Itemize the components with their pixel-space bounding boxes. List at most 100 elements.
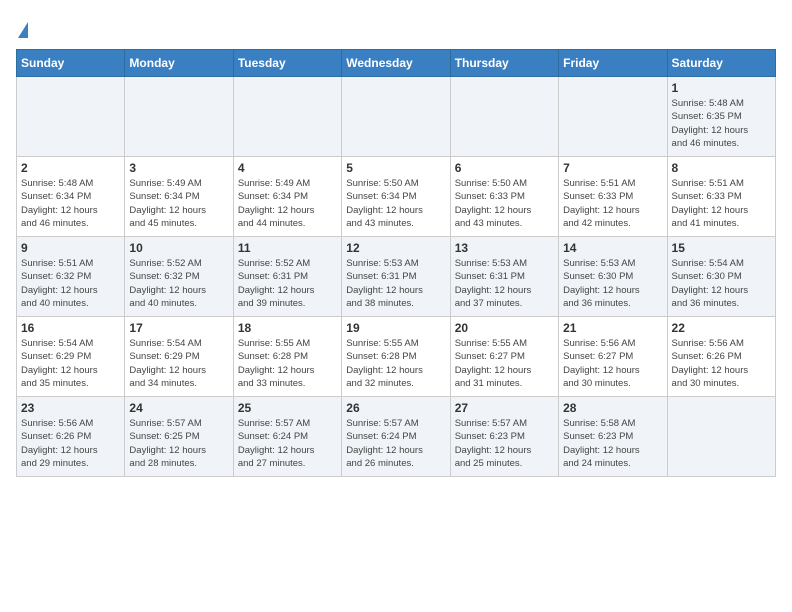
calendar-cell: 5 Sunrise: 5:50 AM Sunset: 6:34 PM Daylig…	[342, 157, 450, 237]
day-number: 8	[672, 161, 771, 175]
day-number: 25	[238, 401, 337, 415]
day-number: 21	[563, 321, 662, 335]
calendar-cell: 3 Sunrise: 5:49 AM Sunset: 6:34 PM Daylig…	[125, 157, 233, 237]
calendar-cell: 25 Sunrise: 5:57 AM Sunset: 6:24 PM Dayli…	[233, 397, 341, 477]
day-number: 5	[346, 161, 445, 175]
day-number: 10	[129, 241, 228, 255]
weekday-header-thursday: Thursday	[450, 50, 558, 77]
day-number: 14	[563, 241, 662, 255]
day-info: Sunrise: 5:57 AM Sunset: 6:25 PM Dayligh…	[129, 417, 228, 470]
calendar-cell: 14 Sunrise: 5:53 AM Sunset: 6:30 PM Dayli…	[559, 237, 667, 317]
calendar-cell: 15 Sunrise: 5:54 AM Sunset: 6:30 PM Dayli…	[667, 237, 775, 317]
day-info: Sunrise: 5:52 AM Sunset: 6:31 PM Dayligh…	[238, 257, 337, 310]
page-header	[16, 16, 776, 39]
day-info: Sunrise: 5:55 AM Sunset: 6:27 PM Dayligh…	[455, 337, 554, 390]
day-info: Sunrise: 5:58 AM Sunset: 6:23 PM Dayligh…	[563, 417, 662, 470]
logo	[16, 16, 28, 39]
calendar-cell: 11Sunrise: 5:52 AM Sunset: 6:31 PM Dayli…	[233, 237, 341, 317]
day-number: 28	[563, 401, 662, 415]
day-info: Sunrise: 5:57 AM Sunset: 6:24 PM Dayligh…	[238, 417, 337, 470]
day-number: 24	[129, 401, 228, 415]
day-number: 15	[672, 241, 771, 255]
calendar-cell: 19 Sunrise: 5:55 AM Sunset: 6:28 PM Dayli…	[342, 317, 450, 397]
calendar-header: SundayMondayTuesdayWednesdayThursdayFrid…	[17, 50, 776, 77]
day-info: Sunrise: 5:52 AM Sunset: 6:32 PM Dayligh…	[129, 257, 228, 310]
calendar-cell	[125, 77, 233, 157]
day-number: 3	[129, 161, 228, 175]
day-number: 16	[21, 321, 120, 335]
day-number: 18	[238, 321, 337, 335]
calendar-cell	[233, 77, 341, 157]
calendar-week-2: 2 Sunrise: 5:48 AM Sunset: 6:34 PM Daylig…	[17, 157, 776, 237]
calendar-cell: 10 Sunrise: 5:52 AM Sunset: 6:32 PM Dayli…	[125, 237, 233, 317]
calendar-cell: 8 Sunrise: 5:51 AM Sunset: 6:33 PM Daylig…	[667, 157, 775, 237]
day-info: Sunrise: 5:57 AM Sunset: 6:24 PM Dayligh…	[346, 417, 445, 470]
calendar-cell: 12 Sunrise: 5:53 AM Sunset: 6:31 PM Dayli…	[342, 237, 450, 317]
day-number: 4	[238, 161, 337, 175]
calendar-cell	[450, 77, 558, 157]
calendar-cell: 18 Sunrise: 5:55 AM Sunset: 6:28 PM Dayli…	[233, 317, 341, 397]
day-number: 23	[21, 401, 120, 415]
calendar-cell: 22 Sunrise: 5:56 AM Sunset: 6:26 PM Dayli…	[667, 317, 775, 397]
day-info: Sunrise: 5:51 AM Sunset: 6:33 PM Dayligh…	[672, 177, 771, 230]
day-info: Sunrise: 5:53 AM Sunset: 6:31 PM Dayligh…	[346, 257, 445, 310]
calendar-cell	[667, 397, 775, 477]
calendar-cell: 26 Sunrise: 5:57 AM Sunset: 6:24 PM Dayli…	[342, 397, 450, 477]
day-number: 19	[346, 321, 445, 335]
day-number: 20	[455, 321, 554, 335]
calendar-cell	[559, 77, 667, 157]
calendar-week-5: 23 Sunrise: 5:56 AM Sunset: 6:26 PM Dayli…	[17, 397, 776, 477]
day-info: Sunrise: 5:54 AM Sunset: 6:29 PM Dayligh…	[21, 337, 120, 390]
weekday-header-saturday: Saturday	[667, 50, 775, 77]
day-info: Sunrise: 5:53 AM Sunset: 6:30 PM Dayligh…	[563, 257, 662, 310]
weekday-header-friday: Friday	[559, 50, 667, 77]
day-info: Sunrise: 5:56 AM Sunset: 6:26 PM Dayligh…	[672, 337, 771, 390]
day-number: 1	[672, 81, 771, 95]
day-number: 12	[346, 241, 445, 255]
day-info: Sunrise: 5:55 AM Sunset: 6:28 PM Dayligh…	[346, 337, 445, 390]
weekday-header-monday: Monday	[125, 50, 233, 77]
calendar-cell	[17, 77, 125, 157]
day-number: 6	[455, 161, 554, 175]
day-info: Sunrise: 5:50 AM Sunset: 6:33 PM Dayligh…	[455, 177, 554, 230]
weekday-header-row: SundayMondayTuesdayWednesdayThursdayFrid…	[17, 50, 776, 77]
day-number: 22	[672, 321, 771, 335]
day-number: 7	[563, 161, 662, 175]
day-number: 2	[21, 161, 120, 175]
weekday-header-wednesday: Wednesday	[342, 50, 450, 77]
day-number: 26	[346, 401, 445, 415]
weekday-header-sunday: Sunday	[17, 50, 125, 77]
day-info: Sunrise: 5:50 AM Sunset: 6:34 PM Dayligh…	[346, 177, 445, 230]
day-info: Sunrise: 5:54 AM Sunset: 6:30 PM Dayligh…	[672, 257, 771, 310]
calendar-cell: 4 Sunrise: 5:49 AM Sunset: 6:34 PM Daylig…	[233, 157, 341, 237]
day-number: 27	[455, 401, 554, 415]
calendar-cell: 6 Sunrise: 5:50 AM Sunset: 6:33 PM Daylig…	[450, 157, 558, 237]
calendar-cell: 1 Sunrise: 5:48 AM Sunset: 6:35 PM Daylig…	[667, 77, 775, 157]
day-info: Sunrise: 5:56 AM Sunset: 6:27 PM Dayligh…	[563, 337, 662, 390]
calendar-cell	[342, 77, 450, 157]
day-info: Sunrise: 5:55 AM Sunset: 6:28 PM Dayligh…	[238, 337, 337, 390]
day-info: Sunrise: 5:56 AM Sunset: 6:26 PM Dayligh…	[21, 417, 120, 470]
calendar-cell: 17 Sunrise: 5:54 AM Sunset: 6:29 PM Dayli…	[125, 317, 233, 397]
calendar-body: 1 Sunrise: 5:48 AM Sunset: 6:35 PM Daylig…	[17, 77, 776, 477]
logo-text	[16, 16, 28, 39]
day-number: 9	[21, 241, 120, 255]
logo-icon	[18, 22, 28, 38]
calendar-cell: 13Sunrise: 5:53 AM Sunset: 6:31 PM Dayli…	[450, 237, 558, 317]
calendar-cell: 24 Sunrise: 5:57 AM Sunset: 6:25 PM Dayli…	[125, 397, 233, 477]
day-info: Sunrise: 5:49 AM Sunset: 6:34 PM Dayligh…	[238, 177, 337, 230]
day-info: Sunrise: 5:48 AM Sunset: 6:35 PM Dayligh…	[672, 97, 771, 150]
calendar-cell: 20 Sunrise: 5:55 AM Sunset: 6:27 PM Dayli…	[450, 317, 558, 397]
calendar-cell: 2 Sunrise: 5:48 AM Sunset: 6:34 PM Daylig…	[17, 157, 125, 237]
day-info: Sunrise: 5:54 AM Sunset: 6:29 PM Dayligh…	[129, 337, 228, 390]
day-info: Sunrise: 5:48 AM Sunset: 6:34 PM Dayligh…	[21, 177, 120, 230]
calendar-table: SundayMondayTuesdayWednesdayThursdayFrid…	[16, 49, 776, 477]
day-info: Sunrise: 5:57 AM Sunset: 6:23 PM Dayligh…	[455, 417, 554, 470]
day-info: Sunrise: 5:51 AM Sunset: 6:32 PM Dayligh…	[21, 257, 120, 310]
calendar-week-3: 9 Sunrise: 5:51 AM Sunset: 6:32 PM Daylig…	[17, 237, 776, 317]
calendar-cell: 27 Sunrise: 5:57 AM Sunset: 6:23 PM Dayli…	[450, 397, 558, 477]
calendar-cell: 28 Sunrise: 5:58 AM Sunset: 6:23 PM Dayli…	[559, 397, 667, 477]
day-info: Sunrise: 5:49 AM Sunset: 6:34 PM Dayligh…	[129, 177, 228, 230]
day-number: 17	[129, 321, 228, 335]
day-info: Sunrise: 5:53 AM Sunset: 6:31 PM Dayligh…	[455, 257, 554, 310]
